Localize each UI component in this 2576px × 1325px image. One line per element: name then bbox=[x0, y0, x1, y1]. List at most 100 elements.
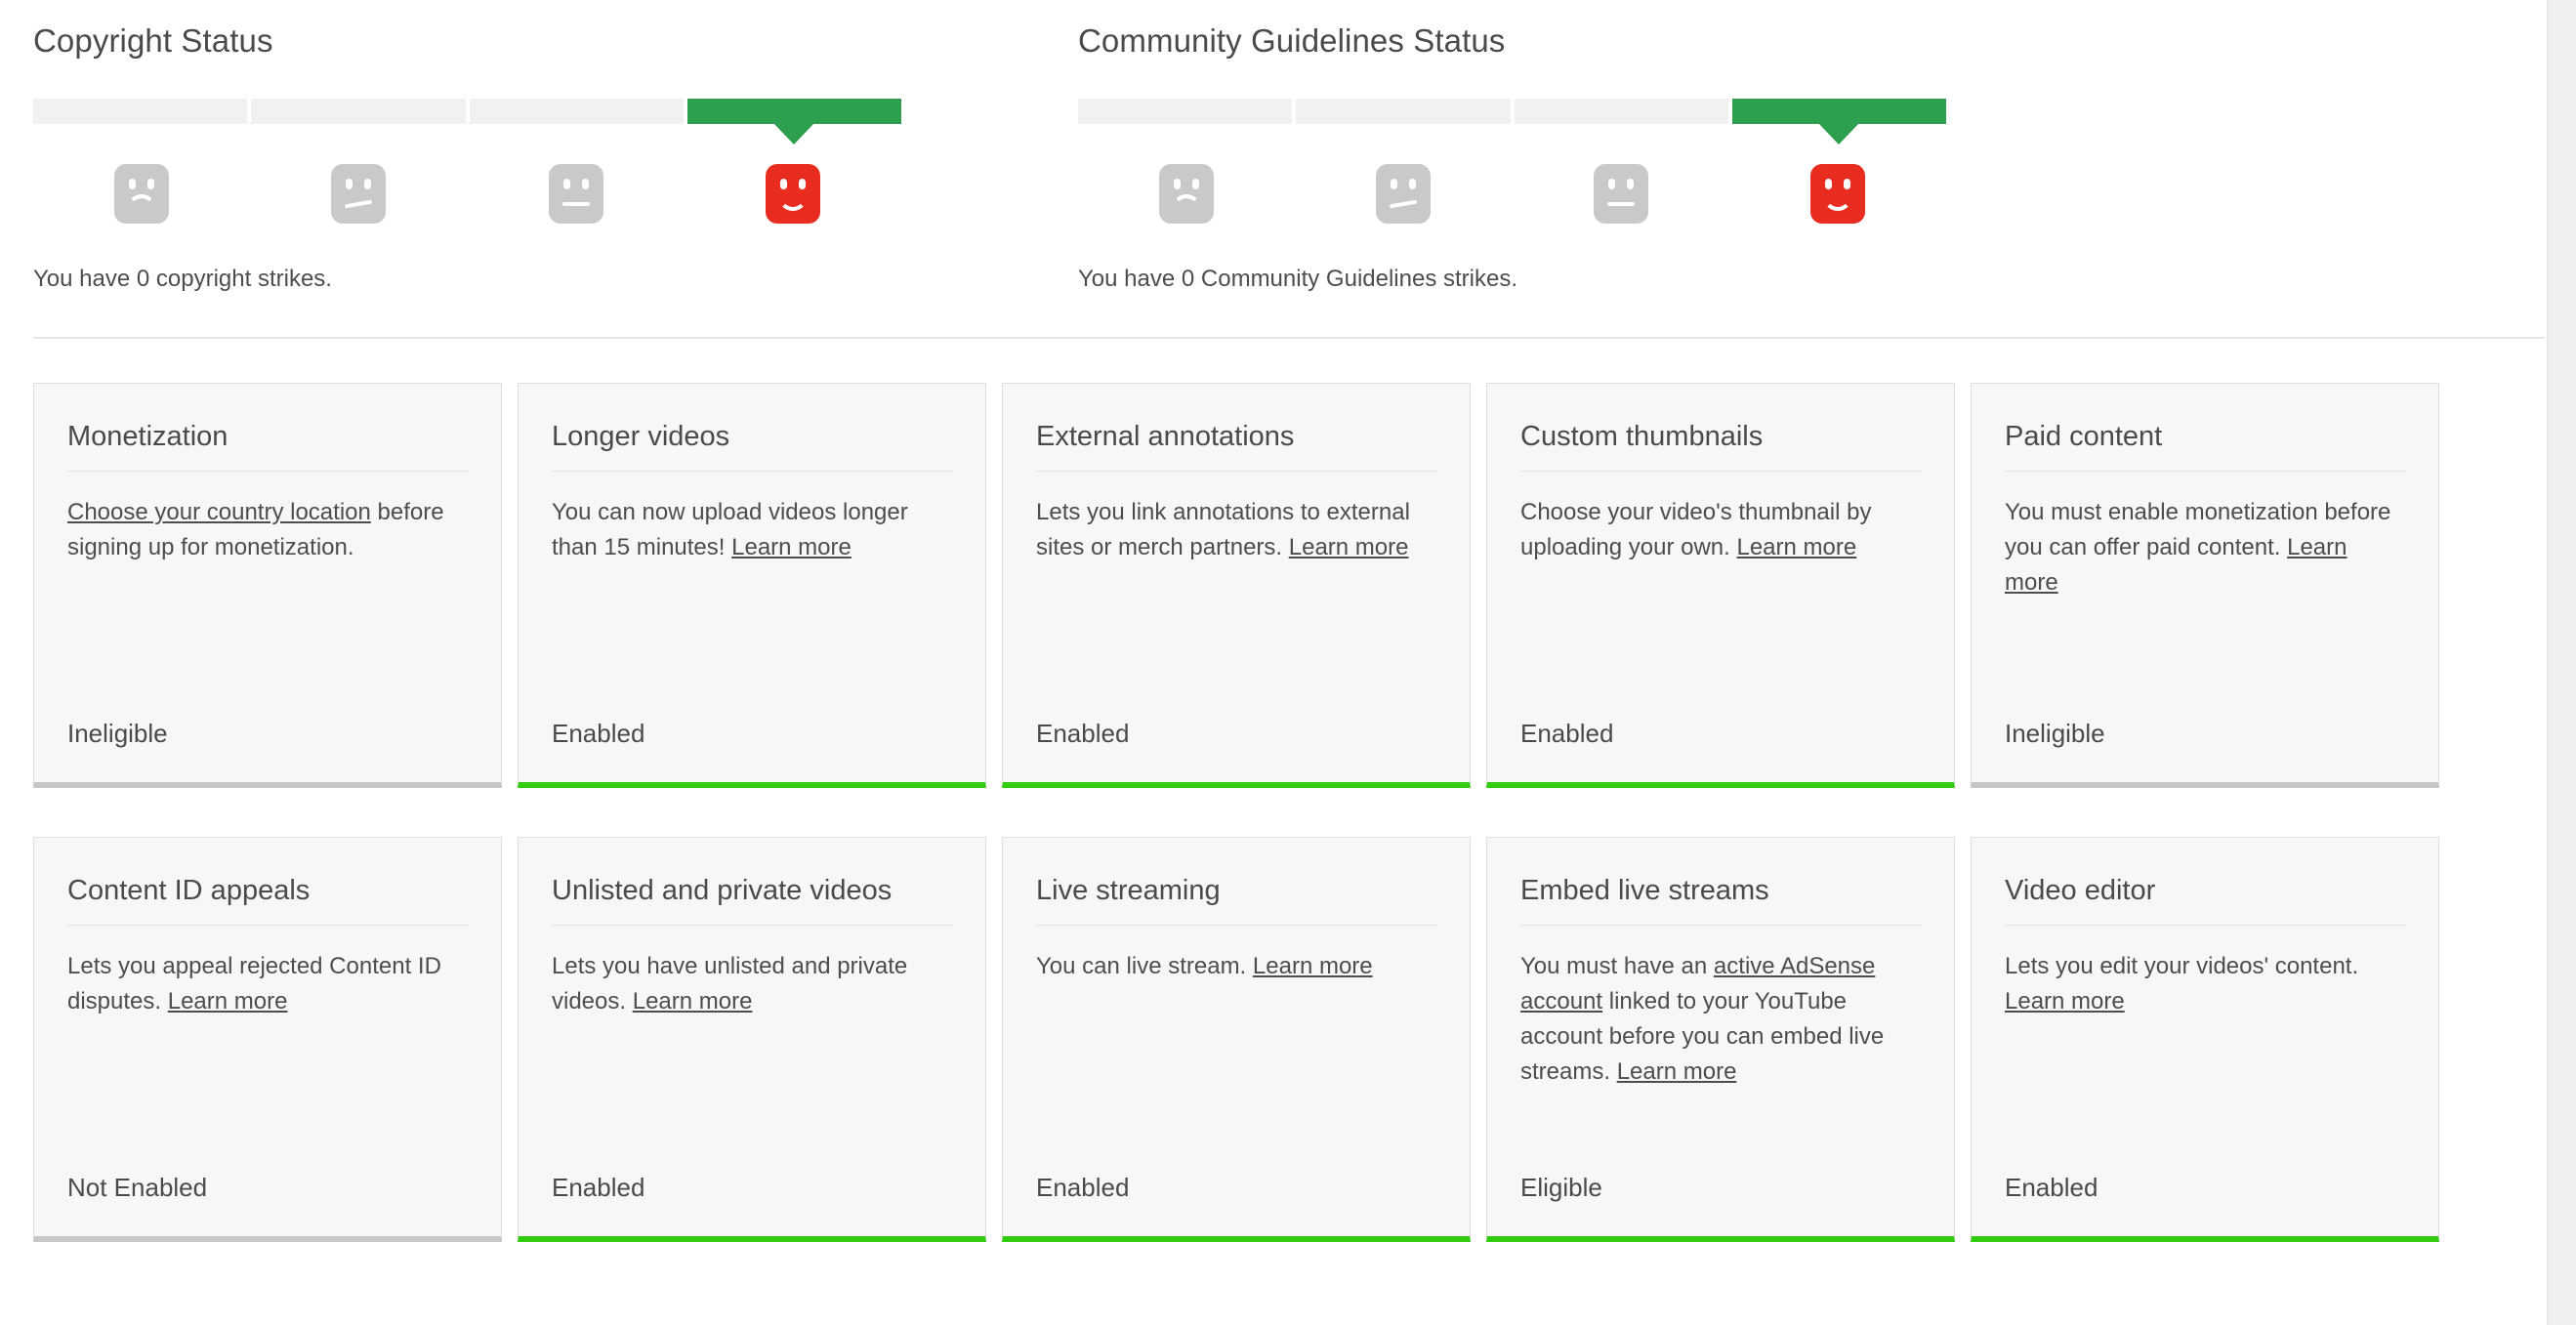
happy-face-icon bbox=[1809, 163, 1865, 224]
neutral-face-icon bbox=[1593, 163, 1648, 224]
community-strike-caption: You have 0 Community Guidelines strikes. bbox=[1078, 266, 1517, 292]
community-strike-segment-4 bbox=[1731, 99, 1946, 124]
face-eye-right bbox=[1843, 178, 1850, 189]
face-eye-left bbox=[1607, 178, 1615, 189]
feature-card-link-external-annotations-2[interactable]: Learn more bbox=[1289, 534, 1409, 560]
sad-face-icon bbox=[114, 163, 170, 224]
face-mouth-slant bbox=[345, 199, 373, 208]
copyright-face-cell-1 bbox=[33, 159, 250, 228]
face-mouth-flat bbox=[561, 201, 590, 206]
feature-card-status-embed-live-streams: Eligible bbox=[1520, 1173, 1602, 1202]
feature-card-link-embed-live-streams-4[interactable]: Learn more bbox=[1617, 1058, 1737, 1085]
feature-card-embed-live-streams: Embed live streams You must have an activ… bbox=[1486, 837, 1955, 1242]
community-strike-segment-2 bbox=[1296, 99, 1511, 124]
copyright-face-row bbox=[33, 159, 901, 228]
feature-card-body-monetization: Choose your country location before sign… bbox=[67, 472, 468, 718]
feature-card-status-external-annotations: Enabled bbox=[1036, 719, 1130, 748]
feature-card-link-content-id-appeals-2[interactable]: Learn more bbox=[168, 988, 288, 1014]
face-eye-right bbox=[1409, 178, 1417, 189]
section-divider bbox=[33, 337, 2545, 339]
face-eye-right bbox=[364, 178, 372, 189]
page-right-gutter bbox=[2547, 0, 2576, 1325]
community-strike-bar bbox=[1078, 99, 1946, 124]
community-face-cell-4 bbox=[1729, 159, 1946, 228]
feature-card-grid: Monetization Choose your country location… bbox=[33, 383, 2519, 1291]
slight-frown-icon bbox=[1376, 163, 1432, 224]
copyright-strike-segment-1 bbox=[33, 99, 248, 124]
feature-card-title-longer-videos: Longer videos bbox=[552, 384, 952, 472]
feature-card-status-live-streaming: Enabled bbox=[1036, 1173, 1130, 1202]
feature-card-text-embed-live-streams-1: You must have an bbox=[1520, 953, 1714, 979]
feature-card-body-unlisted-and-private-videos: Lets you have unlisted and private video… bbox=[552, 926, 952, 1172]
copyright-strike-bar bbox=[33, 99, 901, 124]
face-mouth-frown bbox=[1172, 193, 1202, 209]
copyright-strike-segment-4 bbox=[686, 99, 901, 124]
copyright-status-block: Copyright Status You have 0 copyright str… bbox=[33, 21, 901, 294]
copyright-strike-segment-3 bbox=[469, 99, 684, 124]
community-strike-segment-1 bbox=[1078, 99, 1293, 124]
neutral-face-icon bbox=[548, 163, 603, 224]
face-mouth-slant bbox=[1390, 199, 1418, 208]
face-eye-left bbox=[129, 178, 137, 189]
feature-card-body-embed-live-streams: You must have an active AdSense account … bbox=[1520, 926, 1921, 1172]
feature-card-status-monetization: Ineligible bbox=[67, 719, 168, 748]
feature-card-content-id-appeals: Content ID appeals Lets you appeal reject… bbox=[33, 837, 502, 1242]
face-eye-left bbox=[1174, 178, 1182, 189]
feature-card-title-live-streaming: Live streaming bbox=[1036, 838, 1436, 926]
feature-card-link-custom-thumbnails-2[interactable]: Learn more bbox=[1736, 534, 1856, 560]
face-eye-right bbox=[147, 178, 155, 189]
feature-card-status-unlisted-and-private-videos: Enabled bbox=[552, 1173, 645, 1202]
feature-card-monetization: Monetization Choose your country location… bbox=[33, 383, 502, 788]
community-face-cell-2 bbox=[1295, 159, 1512, 228]
slight-frown-icon bbox=[331, 163, 387, 224]
face-eye-left bbox=[562, 178, 570, 189]
feature-card-status-video-editor: Enabled bbox=[2005, 1173, 2098, 1202]
feature-card-title-custom-thumbnails: Custom thumbnails bbox=[1520, 384, 1921, 472]
face-mouth-frown bbox=[127, 193, 157, 209]
feature-card-link-longer-videos-2[interactable]: Learn more bbox=[731, 534, 852, 560]
feature-card-status-longer-videos: Enabled bbox=[552, 719, 645, 748]
feature-card-link-live-streaming-2[interactable]: Learn more bbox=[1253, 953, 1373, 979]
feature-card-body-live-streaming: You can live stream. Learn more bbox=[1036, 926, 1436, 1172]
community-face-cell-3 bbox=[1513, 159, 1729, 228]
face-eye-right bbox=[1192, 178, 1200, 189]
feature-card-body-external-annotations: Lets you link annotations to external si… bbox=[1036, 472, 1436, 718]
feature-card-link-video-editor-2[interactable]: Learn more bbox=[2005, 988, 2125, 1014]
feature-card-title-embed-live-streams: Embed live streams bbox=[1520, 838, 1921, 926]
copyright-face-cell-2 bbox=[250, 159, 467, 228]
face-mouth-flat bbox=[1606, 201, 1635, 206]
feature-card-video-editor: Video editor Lets you edit your videos' c… bbox=[1971, 837, 2439, 1242]
face-eye-left bbox=[1391, 178, 1398, 189]
feature-card-title-content-id-appeals: Content ID appeals bbox=[67, 838, 468, 926]
copyright-face-cell-4 bbox=[685, 159, 901, 228]
feature-card-custom-thumbnails: Custom thumbnails Choose your video's thu… bbox=[1486, 383, 1955, 788]
community-status-title: Community Guidelines Status bbox=[1078, 22, 1506, 59]
feature-card-link-monetization-1[interactable]: Choose your country location bbox=[67, 499, 371, 525]
feature-card-title-external-annotations: External annotations bbox=[1036, 384, 1436, 472]
face-eye-right bbox=[1626, 178, 1634, 189]
community-face-cell-1 bbox=[1078, 159, 1295, 228]
feature-card-unlisted-and-private-videos: Unlisted and private videos Lets you have… bbox=[518, 837, 986, 1242]
feature-card-body-custom-thumbnails: Choose your video's thumbnail by uploadi… bbox=[1520, 472, 1921, 718]
face-eye-right bbox=[798, 178, 806, 189]
feature-card-status-content-id-appeals: Not Enabled bbox=[67, 1173, 208, 1202]
community-face-row bbox=[1078, 159, 1946, 228]
feature-card-title-paid-content: Paid content bbox=[2005, 384, 2405, 472]
face-eye-right bbox=[581, 178, 589, 189]
feature-card-status-paid-content: Ineligible bbox=[2005, 719, 2105, 748]
copyright-strike-segment-2 bbox=[251, 99, 466, 124]
feature-card-paid-content: Paid content You must enable monetization… bbox=[1971, 383, 2439, 788]
copyright-strike-caption: You have 0 copyright strikes. bbox=[33, 266, 332, 292]
feature-card-link-unlisted-and-private-videos-2[interactable]: Learn more bbox=[633, 988, 753, 1014]
feature-card-body-paid-content: You must enable monetization before you … bbox=[2005, 472, 2405, 718]
feature-card-title-monetization: Monetization bbox=[67, 384, 468, 472]
face-eye-left bbox=[1824, 178, 1832, 189]
feature-card-title-unlisted-and-private-videos: Unlisted and private videos bbox=[552, 838, 952, 926]
page-root: Copyright Status You have 0 copyright str… bbox=[0, 0, 2576, 1325]
face-eye-left bbox=[779, 178, 787, 189]
feature-card-status-custom-thumbnails: Enabled bbox=[1520, 719, 1614, 748]
face-mouth-smile bbox=[777, 196, 808, 211]
face-eye-left bbox=[346, 178, 353, 189]
copyright-status-title: Copyright Status bbox=[33, 22, 273, 59]
face-mouth-smile bbox=[1822, 196, 1852, 211]
